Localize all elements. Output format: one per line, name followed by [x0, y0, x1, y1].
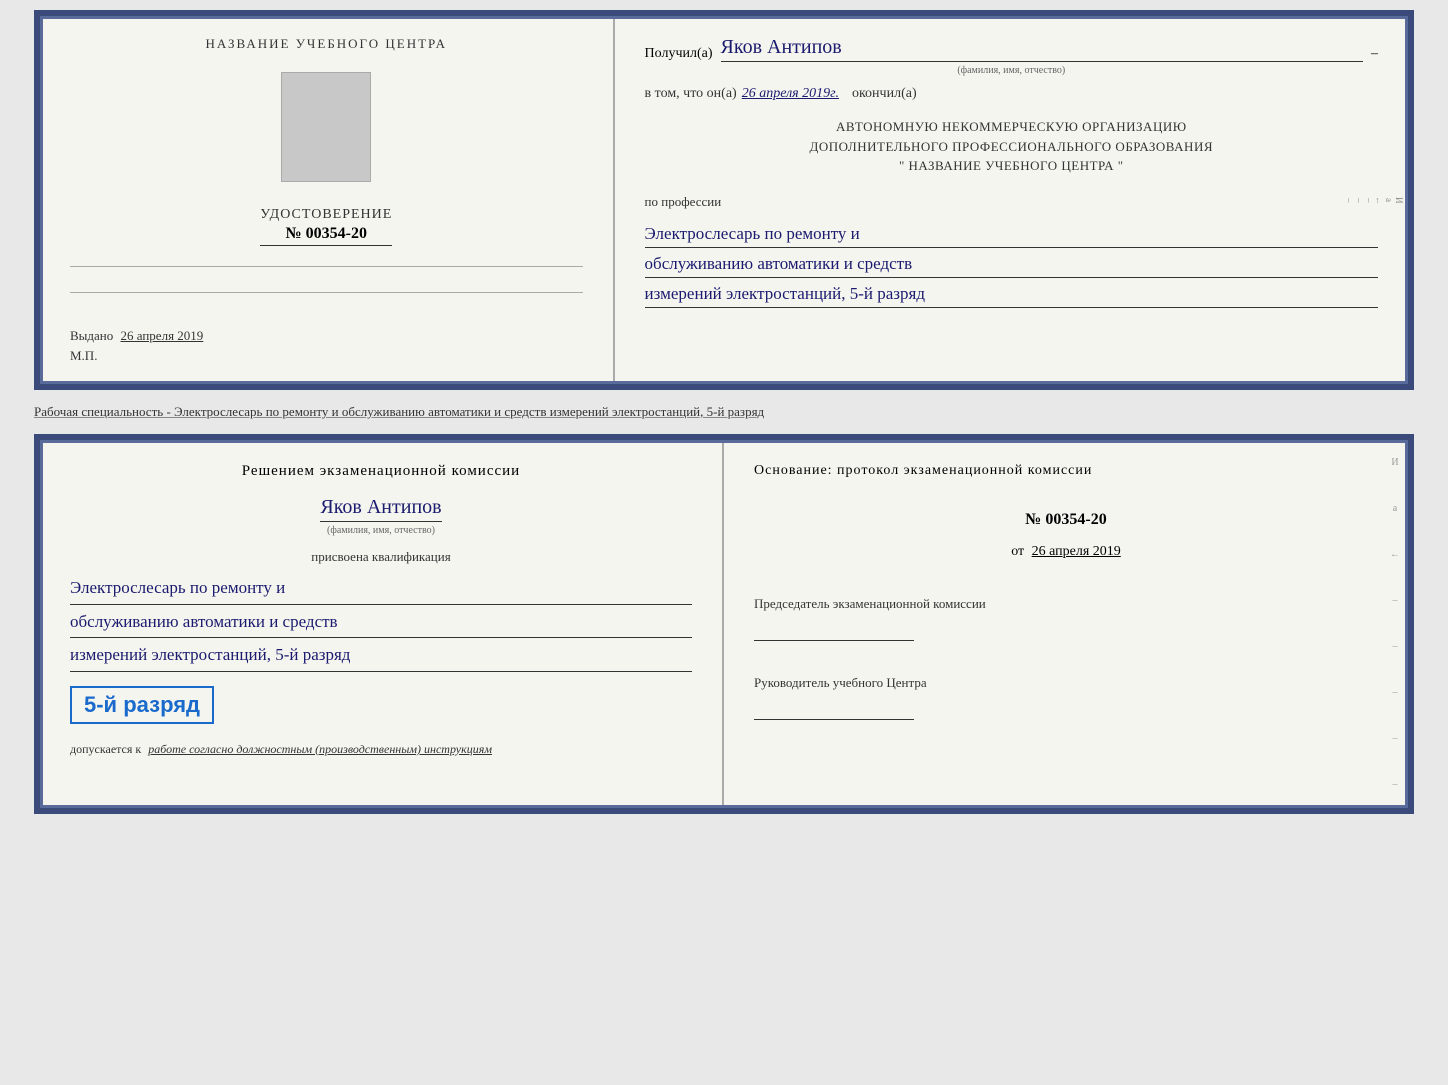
chairman-role: Председатель экзаменационной комиссии: [754, 595, 1378, 613]
cert-title: УДОСТОВЕРЕНИЕ: [260, 207, 392, 223]
protocol-date: от 26 апреля 2019: [754, 544, 1378, 560]
chairman-signature-line: [754, 621, 914, 641]
bottom-right-panel: Основание: протокол экзаменационной коми…: [724, 440, 1408, 808]
director-block: Руководитель учебного Центра: [754, 674, 1378, 728]
side-char-3: ←: [1374, 196, 1384, 205]
description-text: Рабочая специальность - Электрослесарь п…: [34, 398, 1414, 426]
org-line1: АВТОНОМНУЮ НЕКОММЕРЧЕСКУЮ ОРГАНИЗАЦИЮ: [645, 117, 1378, 137]
side-char-4: –: [1364, 198, 1374, 203]
top-left-panel: НАЗВАНИЕ УЧЕБНОГО ЦЕНТРА УДОСТОВЕРЕНИЕ №…: [40, 16, 615, 384]
org-line2: ДОПОЛНИТЕЛЬНОГО ПРОФЕССИОНАЛЬНОГО ОБРАЗО…: [645, 137, 1378, 157]
director-role: Руководитель учебного Центра: [754, 674, 1378, 692]
allowed-detail: работе согласно должностным (производств…: [148, 742, 492, 756]
profession-line3: измерений электростанций, 5-й разряд: [645, 280, 1378, 308]
side-char-5: –: [1354, 198, 1364, 203]
issued-line: Выдано 26 апреля 2019: [70, 328, 583, 344]
director-signature-line: [754, 700, 914, 720]
cert-number: № 00354-20: [260, 225, 392, 246]
recipient-name: Яков Антипов: [721, 36, 1363, 62]
date-prefix: от: [1011, 544, 1024, 559]
side-char-b3: ←: [1390, 549, 1400, 560]
decision-title: Решением экзаменационной комиссии: [70, 460, 692, 483]
top-right-panel: Получил(а) Яков Антипов – (фамилия, имя,…: [615, 16, 1408, 384]
mp-label: М.П.: [70, 348, 97, 364]
side-char-b2: а: [1393, 503, 1397, 514]
side-strip-top: И а ← – – –: [1380, 16, 1408, 384]
date-line: в том, что он(а) 26 апреля 2019г. окончи…: [645, 86, 1378, 102]
profession-line1: Электрослесарь по ремонту и: [645, 220, 1378, 248]
side-char-b5: –: [1393, 641, 1398, 652]
qual-line1: Электрослесарь по ремонту и: [70, 573, 692, 605]
side-char-b8: –: [1393, 779, 1398, 790]
dash: –: [1371, 46, 1378, 62]
side-char-b7: –: [1393, 733, 1398, 744]
fio-hint-top: (фамилия, имя, отчество): [645, 65, 1378, 76]
date-prefix: в том, что он(а): [645, 86, 737, 102]
side-char-6: –: [1344, 198, 1354, 203]
top-document: НАЗВАНИЕ УЧЕБНОГО ЦЕНТРА УДОСТОВЕРЕНИЕ №…: [34, 10, 1414, 390]
allowed-text: допускается к работе согласно должностны…: [70, 742, 692, 757]
issued-date: 26 апреля 2019: [121, 328, 204, 343]
side-char-b4: –: [1393, 595, 1398, 606]
decision-name: Яков Антипов: [320, 496, 441, 522]
school-name-top: НАЗВАНИЕ УЧЕБНОГО ЦЕНТРА: [206, 36, 447, 52]
org-block: АВТОНОМНУЮ НЕКОММЕРЧЕСКУЮ ОРГАНИЗАЦИЮ ДО…: [645, 117, 1378, 176]
issued-label: Выдано: [70, 328, 113, 343]
side-char-b6: –: [1393, 687, 1398, 698]
profession-label: по профессии: [645, 194, 1378, 210]
side-strip-bottom: И а ← – – – – –: [1384, 440, 1406, 808]
date-value: 26 апреля 2019г.: [742, 86, 839, 102]
basis-title: Основание: протокол экзаменационной коми…: [754, 460, 1378, 481]
qualification-label: присвоена квалификация: [70, 549, 692, 565]
divider-line: [70, 266, 583, 267]
qual-line3: измерений электростанций, 5-й разряд: [70, 640, 692, 672]
fio-hint-bottom: (фамилия, имя, отчество): [70, 525, 692, 536]
org-name: " НАЗВАНИЕ УЧЕБНОГО ЦЕНТРА ": [645, 156, 1378, 176]
bottom-document: Решением экзаменационной комиссии Яков А…: [34, 434, 1414, 814]
side-char-b1: И: [1391, 457, 1398, 468]
finished-label: окончил(а): [852, 86, 917, 102]
protocol-date-value: 26 апреля 2019: [1032, 544, 1121, 559]
side-char-1: И: [1394, 197, 1404, 204]
chairman-block: Председатель экзаменационной комиссии: [754, 595, 1378, 649]
received-label: Получил(а): [645, 46, 713, 62]
allowed-prefix: допускается к: [70, 742, 141, 756]
qual-line2: обслуживанию автоматики и средств: [70, 607, 692, 639]
certificate-photo: [281, 72, 371, 182]
profession-line2: обслуживанию автоматики и средств: [645, 250, 1378, 278]
bottom-left-panel: Решением экзаменационной комиссии Яков А…: [40, 440, 724, 808]
side-char-2: а: [1384, 198, 1394, 202]
grade-badge: 5-й разряд: [70, 686, 214, 724]
divider-line-2: [70, 292, 583, 293]
document-container: НАЗВАНИЕ УЧЕБНОГО ЦЕНТРА УДОСТОВЕРЕНИЕ №…: [34, 10, 1414, 814]
protocol-number: № 00354-20: [754, 511, 1378, 529]
